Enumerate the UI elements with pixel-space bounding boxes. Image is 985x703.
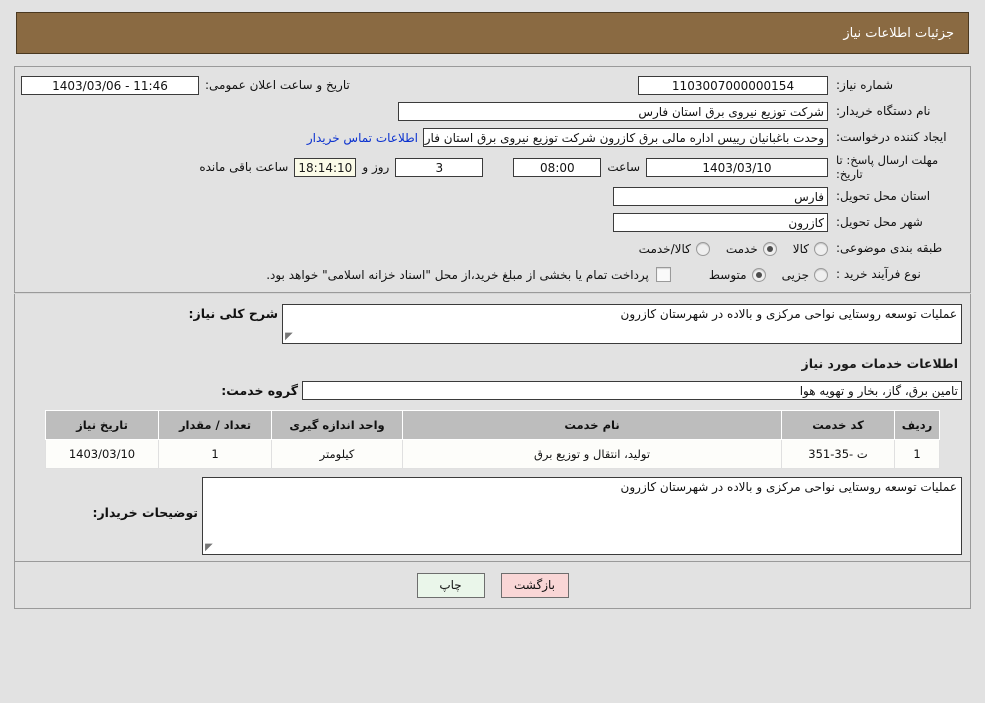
label-buyer-org: نام دستگاه خریدار: <box>836 104 931 118</box>
row-general-description: عملیات توسعه روستایی نواحی مرکزی و بالاد… <box>23 304 962 344</box>
th-service-name: نام خدمت <box>402 410 782 440</box>
radio-classification-goods-service[interactable]: کالا/خدمت <box>638 241 710 256</box>
label-city: شهر محل تحویل: <box>836 215 923 229</box>
footer-actions: بازگشت چاپ <box>14 561 971 609</box>
field-general-description[interactable]: عملیات توسعه روستایی نواحی مرکزی و بالاد… <box>282 304 962 344</box>
radio-purchase-minor[interactable]: جزیی <box>781 267 828 282</box>
radio-label: کالا <box>792 241 809 256</box>
general-description-text: عملیات توسعه روستایی نواحی مرکزی و بالاد… <box>620 307 957 321</box>
label-general-description: شرح کلی نیاز: <box>188 306 278 321</box>
page-header: جزئیات اطلاعات نیاز <box>16 12 969 54</box>
page-title: جزئیات اطلاعات نیاز <box>843 25 954 41</box>
services-table: ردیف کد خدمت نام خدمت واحد اندازه گیری ت… <box>45 410 940 469</box>
th-quantity: تعداد / مقدار <box>158 410 272 440</box>
label-treasury-documents-note: پرداخت تمام یا بخشی از مبلغ خرید،از محل … <box>266 267 649 282</box>
label-service-group: گروه خدمت: <box>221 383 298 398</box>
field-deadline-date[interactable]: 1403/03/10 <box>646 157 828 177</box>
need-info-panel: شماره نیاز: 1103007000000154 تاریخ و ساع… <box>14 66 971 292</box>
radio-selected-icon[interactable] <box>762 241 777 256</box>
services-section: عملیات توسعه روستایی نواحی مرکزی و بالاد… <box>14 294 971 561</box>
page-root: جزئیات اطلاعات نیاز شماره نیاز: 11030070… <box>0 12 985 609</box>
cell-service-name: تولید، انتقال و توزیع برق <box>402 439 782 469</box>
label-deadline: مهلت ارسال پاسخ: تا تاریخ: <box>828 153 964 181</box>
field-announce-datetime[interactable]: 1403/03/06 - 11:46 <box>21 76 199 95</box>
resize-grip-icon[interactable]: ◥ <box>285 331 295 342</box>
classification-radio-group: کالا خدمت کالا/خدمت <box>623 241 828 256</box>
field-request-number[interactable]: 1103007000000154 <box>638 76 828 95</box>
cell-service-code: ت -35-351 <box>781 439 895 469</box>
label-remaining-days: روز و <box>362 160 390 174</box>
field-remaining-countdown: 18:14:10 <box>294 157 357 177</box>
label-creator: ایجاد کننده درخواست: <box>836 130 947 144</box>
label-request-number: شماره نیاز: <box>836 78 893 92</box>
label-announce-datetime: تاریخ و ساعت اعلان عمومی: <box>205 78 350 92</box>
radio-label: جزیی <box>781 267 809 282</box>
row-buyer-comments: عملیات توسعه روستایی نواحی مرکزی و بالاد… <box>23 477 962 555</box>
radio-classification-service[interactable]: خدمت <box>725 241 777 256</box>
field-buyer-org[interactable]: شرکت توزیع نیروی برق استان فارس <box>398 102 828 121</box>
print-button[interactable]: چاپ <box>416 572 485 598</box>
row-purchase-type: نوع فرآیند خرید : جزیی متوسط پرداخت تمام… <box>21 264 964 285</box>
field-remaining-days[interactable]: 3 <box>395 157 484 177</box>
back-button[interactable]: بازگشت <box>500 572 569 598</box>
services-section-title: اطلاعات خدمات مورد نیاز <box>801 356 959 371</box>
radio-label: خدمت <box>725 241 758 256</box>
field-province[interactable]: فارس <box>613 187 828 206</box>
th-unit: واحد اندازه گیری <box>271 410 403 440</box>
row-province: استان محل تحویل: فارس <box>21 186 964 207</box>
radio-label: کالا/خدمت <box>638 241 691 256</box>
cell-need-date: 1403/03/10 <box>45 439 159 469</box>
radio-icon[interactable] <box>814 241 828 256</box>
radio-icon[interactable] <box>814 267 828 282</box>
label-deadline-line2: تاریخ: <box>836 167 863 181</box>
field-city[interactable]: کازرون <box>613 213 828 232</box>
table-header-row: ردیف کد خدمت نام خدمت واحد اندازه گیری ت… <box>45 410 940 440</box>
label-deadline-line1: مهلت ارسال پاسخ: تا <box>836 153 939 167</box>
row-request-number: شماره نیاز: 1103007000000154 تاریخ و ساع… <box>21 75 964 96</box>
cell-row-no: 1 <box>894 439 940 469</box>
label-deadline-time: ساعت <box>607 160 640 174</box>
label-buyer-comments: توضیحات خریدار: <box>92 505 198 520</box>
radio-label: متوسط <box>708 267 747 282</box>
buyer-contact-link[interactable]: اطلاعات تماس خریدار <box>302 131 423 145</box>
label-province: استان محل تحویل: <box>836 189 931 203</box>
field-deadline-time[interactable]: 08:00 <box>513 157 602 177</box>
radio-classification-goods[interactable]: کالا <box>792 241 828 256</box>
purchase-type-radio-group: جزیی متوسط <box>693 267 828 282</box>
label-classification: طبقه بندی موضوعی: <box>836 241 943 255</box>
row-buyer-org: نام دستگاه خریدار: شرکت توزیع نیروی برق … <box>21 101 964 122</box>
radio-selected-icon[interactable] <box>751 267 766 282</box>
th-row-no: ردیف <box>894 410 940 440</box>
radio-purchase-medium[interactable]: متوسط <box>708 267 766 282</box>
table-row: 1 ت -35-351 تولید، انتقال و توزیع برق کی… <box>45 439 940 469</box>
row-service-group: تامین برق، گاز، بخار و تهویه هوا گروه خد… <box>23 381 962 400</box>
row-deadline: مهلت ارسال پاسخ: تا تاریخ: 1403/03/10 سا… <box>21 153 964 181</box>
cell-unit: کیلومتر <box>271 439 403 469</box>
row-classification: طبقه بندی موضوعی: کالا خدمت کالا/خدمت <box>21 238 964 259</box>
label-purchase-type: نوع فرآیند خرید : <box>836 267 921 281</box>
label-remaining-hours: ساعت باقی مانده <box>199 160 289 174</box>
th-service-code: کد خدمت <box>781 410 895 440</box>
resize-grip-icon[interactable]: ◥ <box>205 542 215 553</box>
field-service-group[interactable]: تامین برق، گاز، بخار و تهویه هوا <box>302 381 962 400</box>
cell-quantity: 1 <box>158 439 272 469</box>
row-creator: ایجاد کننده درخواست: وحدت باغبانیان رییس… <box>21 127 964 148</box>
checkbox-treasury-documents[interactable] <box>655 267 671 282</box>
row-city: شهر محل تحویل: کازرون <box>21 212 964 233</box>
field-creator[interactable]: وحدت باغبانیان رییس اداره مالی برق کازرو… <box>423 128 828 147</box>
radio-icon[interactable] <box>695 241 710 256</box>
th-need-date: تاریخ نیاز <box>45 410 159 440</box>
buyer-comments-text: عملیات توسعه روستایی نواحی مرکزی و بالاد… <box>620 480 957 494</box>
field-buyer-comments[interactable]: عملیات توسعه روستایی نواحی مرکزی و بالاد… <box>202 477 962 555</box>
